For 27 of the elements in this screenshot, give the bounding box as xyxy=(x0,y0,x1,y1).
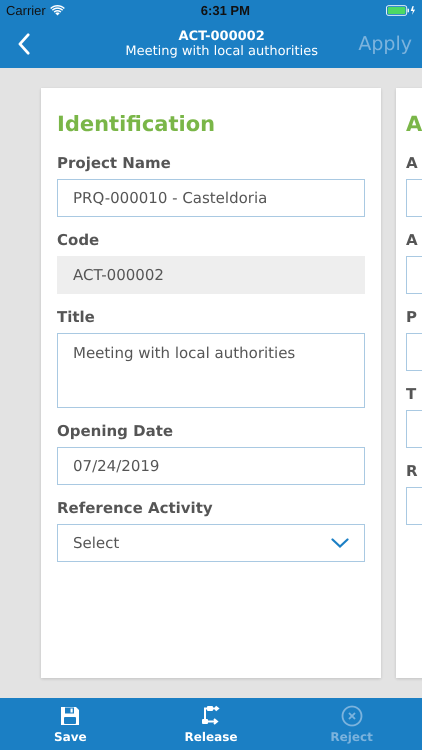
input-field[interactable]: 07/24/2019 xyxy=(57,447,365,485)
input-field[interactable]: PRQ-000010 - Casteldoria xyxy=(57,179,365,217)
record-title: ACT-000002 xyxy=(178,29,265,44)
field-label: Project Name xyxy=(57,154,171,172)
section-heading: Identification xyxy=(57,112,216,136)
readonly-field: ACT-000002 xyxy=(57,256,365,294)
field-label: A xyxy=(406,154,418,172)
section-heading: A xyxy=(406,112,422,136)
chevron-down-icon xyxy=(331,538,349,548)
dropdown-field[interactable]: Select xyxy=(57,524,365,562)
wifi-icon xyxy=(50,4,65,16)
field-label: R xyxy=(406,462,418,480)
battery-icon xyxy=(386,4,416,16)
clock-time: 6:31 PM xyxy=(200,2,250,18)
field-label: Opening Date xyxy=(57,422,174,440)
field-label: Reference Activity xyxy=(57,499,213,517)
field-label: Code xyxy=(57,231,100,249)
field-label: A xyxy=(406,231,418,249)
carrier-label: Carrier xyxy=(6,2,46,18)
textarea-field[interactable]: Meeting with local authorities xyxy=(57,333,365,408)
record-subtitle: Meeting with local authorities xyxy=(125,44,318,59)
circle-x-icon xyxy=(340,704,364,728)
field-label: Title xyxy=(57,308,95,326)
field-label: T xyxy=(406,385,416,403)
save-button[interactable]: Save xyxy=(20,704,120,744)
release-button[interactable]: Release xyxy=(160,704,261,744)
field-label: P xyxy=(406,308,417,326)
